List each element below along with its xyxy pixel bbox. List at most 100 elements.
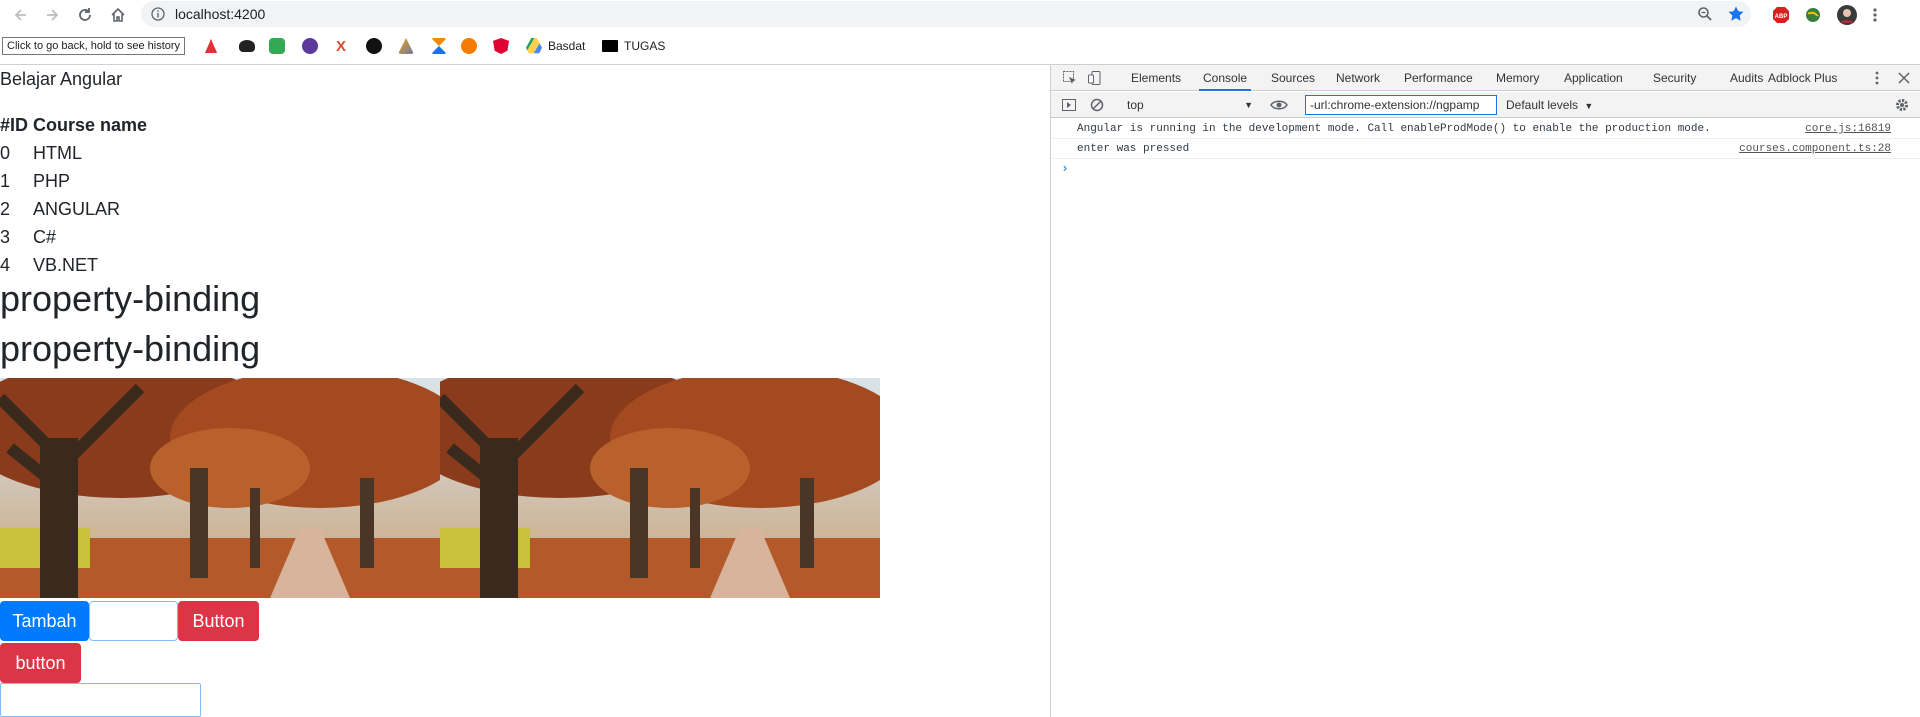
log-message: enter was pressed xyxy=(1077,143,1190,155)
button-button[interactable]: Button xyxy=(178,601,259,641)
device-toolbar-icon[interactable] xyxy=(1087,70,1103,86)
devtools-menu-icon[interactable] xyxy=(1874,70,1880,86)
prompt-chevron-icon: › xyxy=(1061,161,1069,176)
bookmark-pma[interactable] xyxy=(398,34,414,58)
url-text: localhost:4200 xyxy=(175,6,266,22)
console-log-line: Angular is running in the development mo… xyxy=(1051,119,1920,139)
tab-sources[interactable]: Sources xyxy=(1267,65,1319,91)
bookmark-basdat[interactable]: Basdat xyxy=(526,34,585,58)
tab-adblock-plus[interactable]: Adblock Plus xyxy=(1764,65,1841,91)
sidebar-toggle-icon[interactable] xyxy=(1061,97,1077,113)
course-id: 4 xyxy=(0,254,11,275)
autumn-trees-image xyxy=(440,378,880,598)
console-prompt[interactable]: › xyxy=(1051,159,1920,179)
tab-network[interactable]: Network xyxy=(1332,65,1384,91)
live-expression-eye-icon[interactable] xyxy=(1270,97,1288,113)
close-devtools-icon[interactable] xyxy=(1898,72,1910,84)
bookmark-angular[interactable] xyxy=(493,34,509,58)
back-button[interactable] xyxy=(6,0,36,29)
chrome-menu-icon[interactable] xyxy=(1872,7,1878,23)
console-output: Angular is running in the development mo… xyxy=(1051,119,1920,179)
text-input[interactable] xyxy=(89,601,178,641)
pma-icon xyxy=(398,38,414,54)
log-levels-label: Default levels xyxy=(1506,98,1579,112)
back-arrow-icon xyxy=(14,8,26,21)
autumn-trees-image xyxy=(0,378,440,598)
inspect-element-icon[interactable] xyxy=(1062,70,1078,86)
home-icon xyxy=(111,7,125,22)
log-source-link[interactable]: courses.component.ts:28 xyxy=(1739,139,1891,159)
bottom-input[interactable] xyxy=(0,683,201,717)
info-icon[interactable] xyxy=(151,7,165,21)
bookmark-hourglass[interactable] xyxy=(431,34,447,58)
devtools-panel: Elements Console Sources Network Perform… xyxy=(1050,65,1920,717)
clear-console-icon[interactable] xyxy=(1089,97,1105,113)
tab-application[interactable]: Application xyxy=(1560,65,1627,91)
table-row: 2 ANGULAR xyxy=(0,195,147,223)
forward-button[interactable] xyxy=(37,0,67,29)
github-icon xyxy=(366,38,382,54)
context-selector[interactable]: top ▼ xyxy=(1121,95,1257,115)
column-header-course-name: Course name xyxy=(33,114,148,135)
angular-red-icon xyxy=(205,39,217,53)
tab-memory[interactable]: Memory xyxy=(1492,65,1543,91)
course-id: 2 xyxy=(0,198,11,219)
table-row: 3 C# xyxy=(0,223,147,251)
bookmark-angular-red[interactable] xyxy=(205,34,217,58)
bookmark-play[interactable] xyxy=(461,34,477,58)
dropdown-arrow-icon: ▼ xyxy=(1584,101,1594,111)
seal-icon xyxy=(302,38,318,54)
google-drive-icon xyxy=(526,38,542,54)
bookmark-hat[interactable] xyxy=(239,34,255,58)
adblock-plus-icon[interactable]: ABP xyxy=(1772,6,1790,24)
tab-security[interactable]: Security xyxy=(1649,65,1700,91)
tugas-icon xyxy=(602,40,618,52)
log-levels-dropdown[interactable]: Default levels ▼ xyxy=(1506,95,1593,115)
page-content: Belajar Angular #ID Course name 0 HTML 1 P… xyxy=(0,65,1050,717)
property-binding-heading-2: property-binding xyxy=(0,328,261,369)
bookmarks-bar: X Basdat TUGAS xyxy=(0,34,1920,58)
course-id: 0 xyxy=(0,142,11,163)
console-log-line: enter was pressed courses.component.ts:2… xyxy=(1051,139,1920,159)
home-button[interactable] xyxy=(103,0,133,29)
page-title: Belajar Angular xyxy=(0,69,123,89)
image-row xyxy=(0,378,880,598)
course-id: 3 xyxy=(0,226,11,247)
reload-button[interactable] xyxy=(70,0,100,29)
hat-icon xyxy=(239,40,255,52)
red-button[interactable]: button xyxy=(0,643,81,683)
bookmark-label: TUGAS xyxy=(624,39,666,53)
console-filter-bar: top ▼ -url:chrome-extension://ngpamp Def… xyxy=(1051,92,1920,118)
console-settings-gear-icon[interactable] xyxy=(1894,97,1910,113)
courses-table: #ID Course name 0 HTML 1 PHP 2 ANGULAR 3 C# … xyxy=(0,111,147,279)
bookmark-green[interactable] xyxy=(269,34,285,58)
course-name: C# xyxy=(33,226,57,247)
tab-audits[interactable]: Audits xyxy=(1726,65,1767,91)
bookmark-tugas[interactable]: TUGAS xyxy=(602,34,665,58)
tab-elements[interactable]: Elements xyxy=(1127,65,1185,91)
green-icon xyxy=(269,38,285,54)
bookmark-label: Basdat xyxy=(548,39,586,53)
omnibox-actions xyxy=(1697,1,1745,27)
tab-console[interactable]: Console xyxy=(1199,65,1252,91)
hourglass-icon xyxy=(431,38,447,54)
table-row: 4 VB.NET xyxy=(0,251,147,279)
back-button-tooltip: Click to go back, hold to see history xyxy=(2,37,186,55)
console-filter-input[interactable]: -url:chrome-extension://ngpamp xyxy=(1305,95,1497,115)
profile-avatar-icon[interactable] xyxy=(1836,4,1858,26)
tab-performance[interactable]: Performance xyxy=(1400,65,1477,91)
table-header-row: #ID Course name xyxy=(0,111,147,139)
bookmark-star-icon[interactable] xyxy=(1727,5,1745,23)
bookmark-seal[interactable] xyxy=(302,34,318,58)
column-header-id: #ID xyxy=(0,114,29,135)
zoom-icon[interactable] xyxy=(1697,6,1713,22)
globe-extension-icon[interactable] xyxy=(1804,6,1822,24)
tambah-button[interactable]: Tambah xyxy=(0,601,89,641)
svg-text:ABP: ABP xyxy=(1775,14,1788,20)
play-icon xyxy=(461,38,477,54)
log-source-link[interactable]: core.js:16819 xyxy=(1805,119,1891,139)
bookmark-x[interactable]: X xyxy=(336,34,346,58)
address-bar[interactable]: localhost:4200 xyxy=(141,1,1751,27)
log-message: Angular is running in the development mo… xyxy=(1077,123,1711,135)
bookmark-github[interactable] xyxy=(366,34,382,58)
